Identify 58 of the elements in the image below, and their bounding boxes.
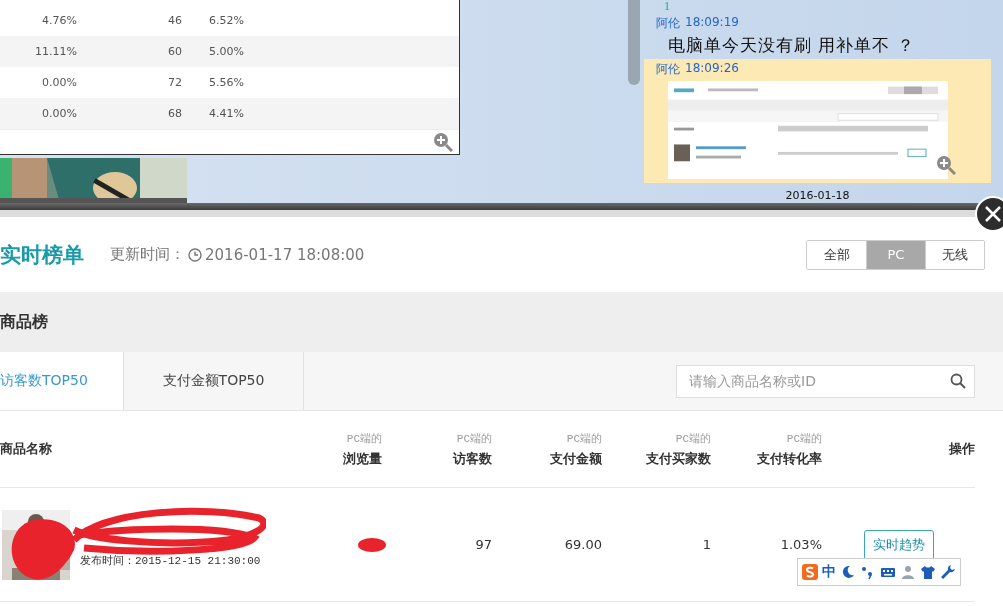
ime-logo-icon[interactable]	[802, 564, 818, 580]
table-cell: 69.00	[564, 537, 602, 552]
table-cell-text: 6.52%	[208, 14, 245, 27]
moon-icon[interactable]	[840, 564, 856, 580]
message-text: 电脑单今天没有刷 用补单不 ？	[667, 34, 916, 57]
table-cell-text: 46	[167, 14, 182, 27]
trend-button[interactable]: 实时趋势	[863, 529, 934, 560]
search-field[interactable]: 请输入商品名称或ID	[676, 364, 975, 398]
column-header: 支付买家数	[646, 449, 711, 468]
sender-name: 阿伦	[656, 15, 680, 32]
column-caption: PC端的	[346, 431, 382, 446]
column-caption: PC端的	[566, 431, 602, 446]
shirt-icon[interactable]	[920, 564, 936, 580]
table-cell-text: 5.56%	[208, 76, 245, 89]
table-cell-text: 5.00%	[208, 45, 245, 58]
chat-text: 1	[663, 0, 671, 13]
column-header: 支付金额	[550, 449, 602, 468]
table-cell-text: 4.76%	[41, 14, 77, 27]
table-cell-text: 4.41%	[208, 107, 245, 120]
table-cell: 1	[702, 537, 711, 552]
publish-time: 发布时间：2015-12-15 21:30:00	[80, 554, 261, 568]
column-header: 访客数	[453, 449, 492, 468]
table-cell: 1.03%	[780, 537, 822, 552]
table-cell-text: 11.11%	[34, 45, 77, 58]
date-divider: 2016-01-18	[784, 189, 851, 202]
message-highlight[interactable]: 阿伦 18:09:26	[644, 59, 991, 183]
zoom-in-icon[interactable]	[433, 132, 453, 153]
wrench-icon[interactable]	[940, 564, 956, 580]
zoom-in-icon[interactable]	[936, 155, 956, 175]
column-header: 操作	[949, 440, 975, 458]
clock-icon	[188, 247, 202, 262]
message-time: 18:09:19	[685, 15, 739, 31]
table-cell-text: 72	[167, 76, 182, 89]
column-header: 浏览量	[343, 449, 382, 468]
table-cell-text: 0.00%	[41, 107, 77, 120]
table-cell: 97	[475, 537, 492, 552]
message-time: 18:09:26	[685, 61, 739, 77]
column-caption: PC端的	[675, 431, 711, 446]
page-title: 实时榜单	[0, 241, 84, 269]
input-mode[interactable]: 中	[822, 563, 836, 581]
table-cell-text: 0.00%	[41, 76, 77, 89]
close-icon	[984, 205, 1002, 223]
search-icon[interactable]	[950, 372, 966, 389]
tab[interactable]: 访客数TOP50	[0, 352, 124, 410]
segment-button[interactable]: 无线	[925, 240, 984, 269]
section-title: 商品榜	[0, 292, 1003, 352]
column-caption: PC端的	[456, 431, 492, 446]
column-header: 商品名称	[0, 440, 52, 458]
close-button[interactable]	[975, 196, 1003, 232]
update-time: 2016-01-17 18:08:00	[205, 245, 365, 264]
update-label: 更新时间：	[110, 245, 185, 264]
scrollbar[interactable]	[628, 0, 640, 85]
redaction-scribble	[357, 536, 387, 553]
column-header: 支付转化率	[757, 449, 822, 468]
sender-name: 阿伦	[656, 61, 680, 78]
table-cell-text: 60	[167, 45, 182, 58]
table-cell-text: 68	[167, 107, 182, 120]
column-caption: PC端的	[786, 431, 822, 446]
